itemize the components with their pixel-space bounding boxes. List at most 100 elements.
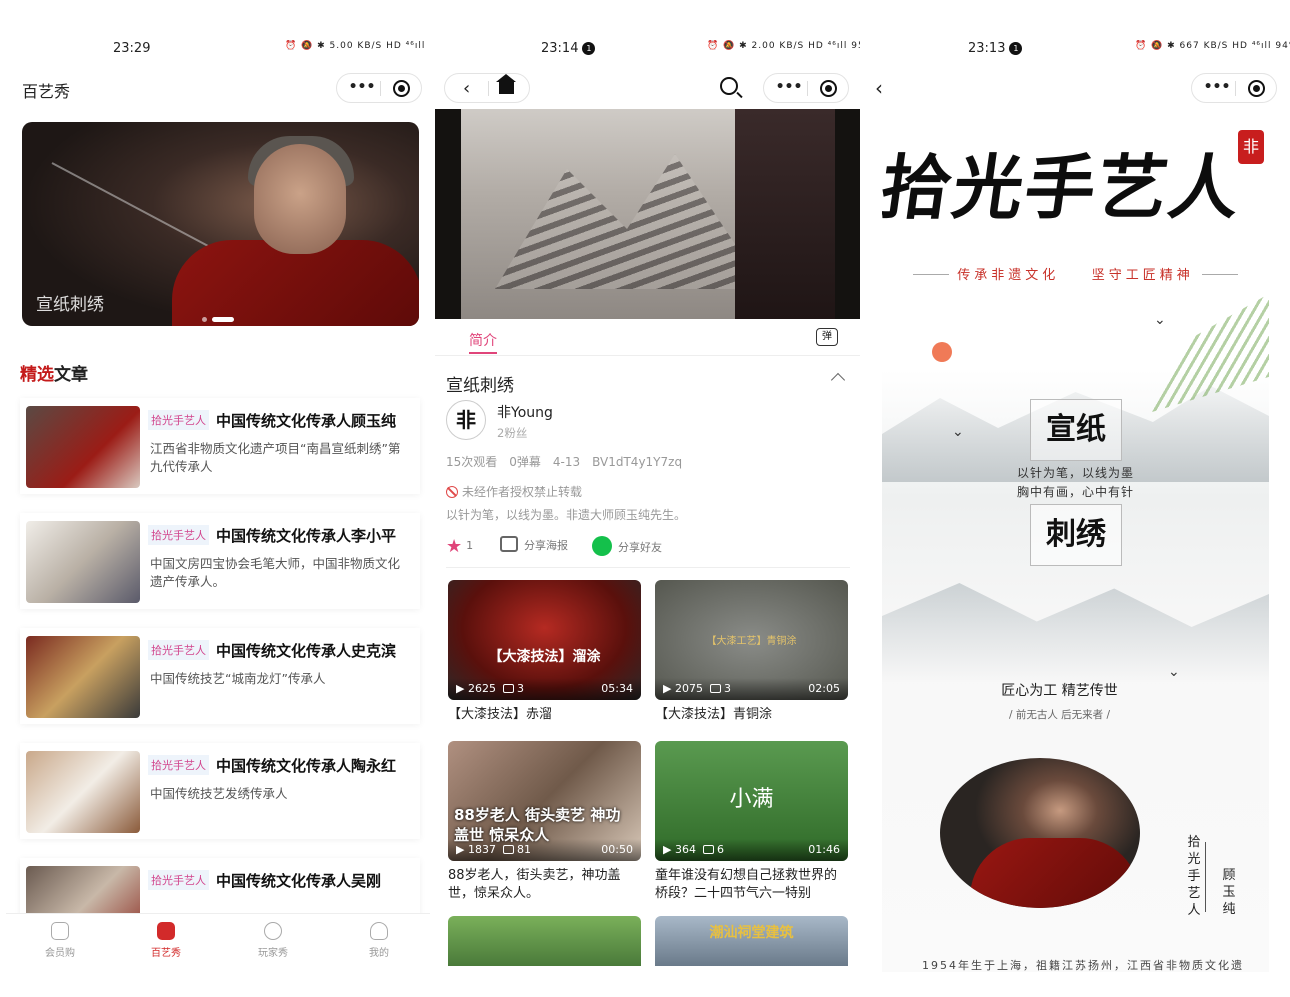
banner-carousel[interactable]: 宣纸刺绣 (22, 122, 419, 326)
poster-motto: 匠心为工 精艺传世 (1001, 683, 1118, 699)
collapse-chevron-icon[interactable] (830, 372, 846, 388)
video-card[interactable] (448, 916, 641, 966)
article-item[interactable]: 拾光手艺人 中国传统文化传承人李小平 中国文房四宝协会毛笔大师，中国非物质文化遗… (20, 513, 420, 609)
close-miniprogram-icon[interactable] (1248, 80, 1265, 97)
planet-icon (264, 922, 282, 940)
video-card[interactable]: 88岁老人 街头卖艺 神功盖世 惊呆众人 ▶ 1837 81 00:50 88岁老… (448, 741, 641, 903)
action-row: ★ 1 分享海报 分享好友 (446, 532, 850, 568)
video-card[interactable]: 潮汕祠堂建筑 (655, 916, 848, 966)
article-title: 中国传统文化传承人李小平 (216, 527, 397, 545)
article-title: 中国传统文化传承人吴刚 (216, 872, 382, 890)
status-bar: 23:14 1 ⏰ 🔕 ✱ 2.00 KB/S HD ⁴⁶ıll 95% (435, 38, 860, 60)
status-bar: 23:29 ⏰ 🔕 ✱ 5.00 KB/S HD ⁴⁶ıll 100 (0, 38, 430, 60)
poster-box-bottom: 刺绣 (1030, 504, 1122, 566)
miniprogram-capsule: ••• (1191, 73, 1277, 103)
more-icon[interactable]: ••• (774, 79, 804, 97)
article-thumbnail (26, 521, 140, 603)
status-bar: 23:13 1 ⏰ 🔕 ✱ 667 KB/S HD ⁴⁶ıll 94% (865, 38, 1290, 60)
article-thumbnail (26, 636, 140, 718)
star-icon: ★ (446, 536, 463, 557)
app-screen-home: 23:29 ⏰ 🔕 ✱ 5.00 KB/S HD ⁴⁶ıll 100 百艺秀 •… (0, 0, 430, 997)
video-card[interactable]: 小满 ▶ 364 6 01:46 童年谁没有幻想自己拯救世界的桥段？二十四节气六一… (655, 741, 848, 903)
page-title: 百艺秀 (22, 82, 71, 101)
more-icon[interactable]: ••• (347, 79, 377, 97)
poster-verse-2: 胸中有画，心中有针 (1016, 485, 1134, 499)
app-screen-video: 23:14 1 ⏰ 🔕 ✱ 2.00 KB/S HD ⁴⁶ıll 95% ‹ ••… (435, 0, 860, 997)
tab-intro[interactable]: 简介 (469, 330, 497, 350)
article-desc: 江西省非物质文化遗产项目“南昌宣纸刺绣”第九代传承人 (150, 441, 401, 474)
bird-icon: ⌄ (952, 424, 964, 440)
video-card[interactable]: 【大漆技法】溜涂 ▶ 2625 3 05:34 【大漆技法】赤溜 (448, 580, 641, 724)
red-seal: 非 (1238, 130, 1264, 164)
video-thumbnail: 88岁老人 街头卖艺 神功盖世 惊呆众人 ▶ 1837 81 00:50 (448, 741, 641, 861)
status-time: 23:13 (968, 41, 1006, 56)
app-screen-poster: 23:13 1 ⏰ 🔕 ✱ 667 KB/S HD ⁴⁶ıll 94% ‹ •••… (865, 0, 1290, 997)
article-thumbnail (26, 406, 140, 488)
status-icons: ⏰ 🔕 ✱ 667 KB/S HD ⁴⁶ıll 94% (1135, 41, 1290, 51)
article-tag: 拾光手艺人 (148, 410, 209, 430)
forbidden-icon (446, 486, 458, 498)
video-card-title: 88岁老人，街头卖艺，神功盖世，惊呆众人。 (448, 868, 621, 901)
back-icon[interactable]: ‹ (875, 76, 883, 100)
poster-calligraphy-title: 拾光手艺人 (882, 146, 1248, 229)
back-icon[interactable]: ‹ (463, 78, 470, 99)
notification-badge: 1 (582, 42, 596, 55)
nav-capsule: ‹ (444, 73, 530, 103)
article-item[interactable]: 拾光手艺人 中国传统文化传承人史克滨 中国传统技艺“城南龙灯”传承人 (20, 628, 420, 724)
article-desc: 中国传统技艺发绣传承人 (150, 786, 288, 801)
article-item[interactable]: 拾光手艺人 中国传统文化传承人顾玉纯 江西省非物质文化遗产项目“南昌宣纸刺绣”第… (20, 398, 420, 494)
article-title: 中国传统文化传承人史克滨 (216, 642, 397, 660)
search-icon[interactable] (720, 77, 738, 95)
banner-caption: 宣纸刺绣 (36, 295, 104, 315)
tab-baiyixiu[interactable]: 百艺秀 (131, 922, 201, 959)
image-icon (500, 536, 518, 552)
tab-mine[interactable]: 我的 (344, 922, 414, 959)
article-desc: 中国文房四宝协会毛笔大师，中国非物质文化遗产传承人。 (150, 556, 401, 589)
bird-icon: ⌄ (1154, 312, 1166, 328)
article-title: 中国传统文化传承人陶永红 (216, 757, 397, 775)
article-tag: 拾光手艺人 (148, 640, 209, 660)
article-item[interactable]: 拾光手艺人 中国传统文化传承人陶永红 中国传统技艺发绣传承人 (20, 743, 420, 839)
video-card-title: 童年谁没有幻想自己拯救世界的桥段？二十四节气六一特别 (655, 868, 838, 901)
like-button[interactable]: ★ 1 (446, 536, 473, 557)
artisan-poster: 拾光手艺人 非 传承非遗文化 坚守工匠精神 ⌄ ⌄ ⌄ 宣纸 以针为笔，以线为墨… (882, 112, 1269, 972)
poster-slogan: 传承非遗文化 坚守工匠精神 (882, 264, 1269, 283)
video-thumbnail: 小满 ▶ 364 6 01:46 (655, 741, 848, 861)
video-player[interactable] (435, 109, 860, 319)
status-icons: ⏰ 🔕 ✱ 5.00 KB/S HD ⁴⁶ıll 100 (285, 41, 430, 51)
status-icons: ⏰ 🔕 ✱ 2.00 KB/S HD ⁴⁶ıll 95% (707, 41, 860, 51)
poster-verse-1: 以针为笔，以线为墨 (1016, 466, 1134, 480)
poster-motto-sub: / 前无古人 后无来者 / (1008, 709, 1111, 721)
more-icon[interactable]: ••• (1202, 79, 1232, 97)
notification-badge: 1 (1009, 42, 1023, 55)
status-time: 23:29 (113, 41, 151, 56)
article-desc: 中国传统技艺“城南龙灯”传承人 (150, 671, 326, 686)
tab-member-shop[interactable]: 会员购 (25, 922, 95, 959)
article-title: 中国传统文化传承人顾玉纯 (216, 412, 397, 430)
banner-image (254, 144, 346, 254)
miniprogram-capsule: ••• (336, 73, 422, 103)
video-stats: 15次观看 0弹幕 4-13 BV1dT4y1Y7zq (446, 455, 683, 469)
close-miniprogram-icon[interactable] (393, 80, 410, 97)
video-card-title: 【大漆技法】青铜涂 (655, 707, 773, 722)
uploader-name[interactable]: 非Young (497, 402, 553, 422)
video-thumbnail (448, 916, 641, 966)
share-poster-button[interactable]: 分享海报 (500, 536, 568, 553)
danmaku-toggle-icon[interactable]: 弹 (816, 328, 838, 346)
sun-decoration (932, 342, 952, 362)
artisan-bio: 1954年生于上海，祖籍江苏扬州，江西省非物质文化遗 (922, 959, 1244, 972)
tab-player-show[interactable]: 玩家秀 (238, 922, 308, 959)
miniprogram-capsule: ••• (763, 73, 849, 103)
willow-decoration (1152, 292, 1269, 412)
home-icon[interactable] (496, 74, 516, 94)
close-miniprogram-icon[interactable] (820, 80, 837, 97)
poster-box-top: 宣纸 (1030, 399, 1122, 461)
video-thumbnail: 潮汕祠堂建筑 (655, 916, 848, 966)
shopping-bag-icon (51, 922, 69, 940)
video-card[interactable]: 【大漆工艺】青铜涂 ▶ 2075 3 02:05 【大漆技法】青铜涂 (655, 580, 848, 724)
article-tag: 拾光手艺人 (148, 525, 209, 545)
section-heading: 精选文章 (20, 365, 88, 385)
avatar[interactable]: 非 (446, 400, 486, 440)
article-thumbnail (26, 751, 140, 833)
share-friend-button[interactable]: 分享好友 (592, 536, 662, 556)
